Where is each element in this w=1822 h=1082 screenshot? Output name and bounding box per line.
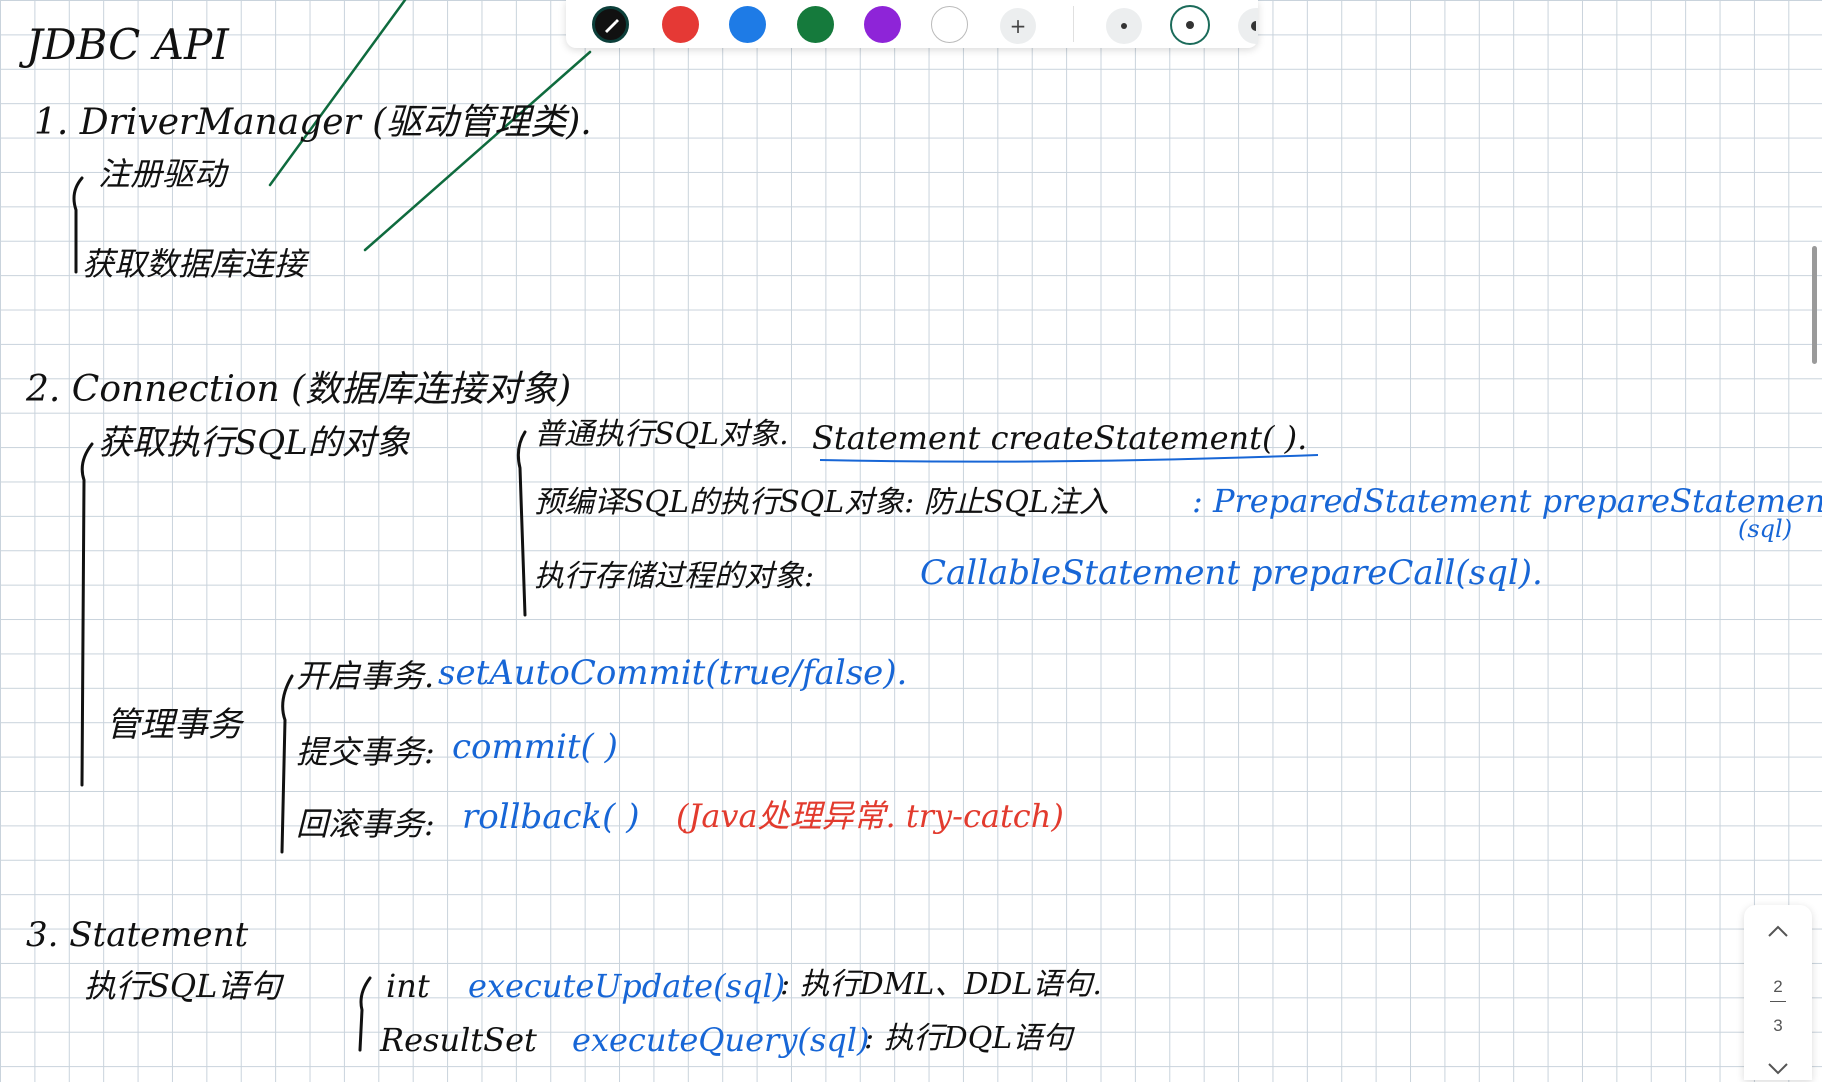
s2-row3-label: 执行存储过程的对象: (534, 559, 815, 594)
s2-row2-code-args: (sql) (1738, 515, 1793, 543)
color-green[interactable] (797, 6, 834, 43)
s2-sub1-label: 获取执行SQL的对象 (98, 423, 410, 463)
pen-icon (604, 18, 619, 33)
s2-row1-code: Statement createStatement( ). (812, 419, 1308, 457)
green-stroke-1 (268, 0, 407, 187)
small-dot-icon (1121, 23, 1127, 29)
plus-icon: + (1009, 14, 1027, 38)
section-1-heading: 1. DriverManager (驱动管理类). (34, 102, 592, 143)
brace-s2-main (80, 442, 94, 787)
brace-s1 (72, 176, 84, 274)
color-red[interactable] (662, 6, 699, 43)
add-color-button[interactable]: + (1000, 8, 1036, 44)
page-divider (1770, 1001, 1786, 1002)
s2-row2-code: : PreparedStatement prepareStatement (1192, 482, 1822, 520)
pen-size-medium[interactable] (1170, 5, 1210, 45)
s3-row2-code: executeQuery(sql) (572, 1021, 870, 1059)
section-3-heading: 3. Statement (26, 915, 249, 955)
tx3-label: 回滚事务: (296, 805, 435, 843)
color-blue[interactable] (729, 6, 766, 43)
tx1-code: setAutoCommit(true/false). (438, 653, 908, 693)
tx3-note: (Java处理异常. try-catch) (676, 797, 1064, 835)
s3-row2-desc: : 执行DQL语句 (864, 1021, 1073, 1056)
pen-size-large[interactable] (1238, 8, 1258, 44)
s3-row1-desc: : 执行DML、DDL语句. (780, 967, 1102, 1002)
chevron-up-icon (1768, 925, 1788, 937)
page-down-button[interactable] (1744, 1057, 1812, 1082)
s2-row2-label: 预编译SQL的执行SQL对象: 防止SQL注入 (534, 485, 1109, 520)
vertical-scrollbar[interactable] (1812, 246, 1817, 364)
color-purple[interactable] (864, 6, 901, 43)
s3-row2-type: ResultSet (380, 1021, 537, 1059)
ink-strokes (72, 0, 1319, 1052)
s2-row1-label: 普通执行SQL对象. (534, 417, 789, 452)
s1-item-connect: 获取数据库连接 (82, 245, 307, 283)
page-up-button[interactable] (1744, 919, 1812, 944)
s1-item-register: 注册驱动 (98, 155, 227, 193)
brace-s2-sub1 (516, 430, 527, 617)
pen-size-small[interactable] (1106, 8, 1142, 44)
s2-row3-code: CallableStatement prepareCall(sql). (920, 553, 1543, 593)
tx2-label: 提交事务: (296, 733, 435, 771)
s3-label: 执行SQL语句 (84, 967, 282, 1005)
tx1-label: 开启事务. (296, 657, 435, 695)
s3-row1-code: executeUpdate(sql) (468, 967, 786, 1005)
s3-row1-type: int (386, 967, 430, 1005)
color-white[interactable] (931, 6, 968, 43)
tx2-code: commit( ) (452, 727, 618, 767)
green-stroke-2 (363, 50, 592, 252)
s2-sub2-label: 管理事务 (106, 705, 242, 745)
chevron-down-icon (1768, 1063, 1788, 1075)
medium-dot-icon (1186, 21, 1194, 29)
brace-s3 (358, 976, 372, 1052)
page-navigator: 2 3 (1744, 905, 1812, 1080)
color-black-pen[interactable] (592, 6, 629, 43)
section-2-heading: 2. Connection (数据库连接对象) (26, 369, 572, 410)
tx3-code: rollback( ) (462, 797, 640, 837)
current-page: 2 (1773, 977, 1783, 996)
drawing-toolbar: + (566, 0, 1258, 48)
note-title: JDBC API (26, 20, 229, 69)
total-pages: 3 (1773, 1016, 1783, 1035)
brace-s2-sub2 (280, 674, 294, 854)
toolbar-divider (1073, 6, 1074, 42)
large-dot-icon (1250, 21, 1256, 31)
